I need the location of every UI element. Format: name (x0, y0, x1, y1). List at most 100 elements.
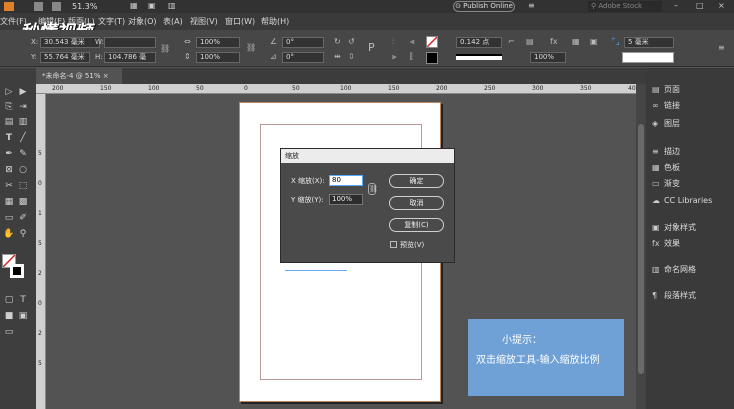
panel-item[interactable]: ▦ 色板 (652, 162, 680, 173)
menu-view[interactable]: 视图(V) (190, 16, 218, 27)
panel-item[interactable]: fx 效果 (652, 238, 680, 249)
y-position-field[interactable]: 55.764 毫米 (40, 52, 90, 63)
shear-field[interactable]: 0° (282, 52, 324, 63)
panel-item[interactable]: ▥ 命名网格 (652, 264, 696, 275)
text-wrap-icon[interactable]: ▤ (526, 38, 534, 46)
y-scale-input[interactable]: 100% (329, 194, 363, 205)
stroke-swatch[interactable] (426, 52, 438, 64)
minimize-icon[interactable]: – (674, 1, 678, 10)
menu-table[interactable]: 表(A) (163, 16, 183, 27)
stroke-type-preview[interactable] (456, 54, 502, 60)
stock-search-input[interactable]: ⚲ Adobe Stock (588, 1, 662, 12)
panel-menu-icon[interactable]: ≡ (718, 44, 725, 52)
scrollbar-thumb[interactable] (638, 124, 644, 374)
vertical-ruler[interactable]: 5 0 1 5 2 0 2 5 (36, 94, 46, 409)
zoom-level[interactable]: 51.3% (72, 2, 97, 11)
cancel-button[interactable]: 取消 (389, 196, 444, 210)
screen-mode-tool-icon[interactable]: ▭ (3, 326, 15, 338)
menu-type[interactable]: 文字(T) (98, 16, 125, 27)
pen-tool-icon[interactable]: ✒ (3, 148, 15, 160)
menu-window[interactable]: 窗口(W) (225, 16, 255, 27)
distribute-v-icon[interactable]: ⫿ (410, 53, 413, 61)
bridge-icon[interactable] (34, 2, 43, 11)
panel-item[interactable]: ◈ 图层 (652, 118, 680, 129)
ok-button[interactable]: 确定 (389, 174, 444, 188)
auto-fit-icon[interactable]: ▦ (572, 38, 580, 46)
select-tool-icon[interactable]: ▶ (17, 86, 29, 98)
apply-none-icon[interactable]: ▣ (17, 310, 29, 322)
apply-color-icon[interactable]: ■ (3, 310, 15, 322)
panel-item[interactable]: ¶ 段落样式 (652, 290, 696, 301)
zoom-tool-icon[interactable]: ⚲ (17, 228, 29, 240)
spacing-field[interactable] (622, 52, 674, 63)
rect-frame-tool-icon[interactable]: ⊠ (3, 164, 15, 176)
menu-object[interactable]: 对象(O) (128, 16, 157, 27)
gap-tool-icon[interactable]: ⇥ (17, 101, 29, 113)
height-field[interactable]: 104.786 毫 (104, 52, 156, 63)
stroke-weight-field[interactable]: 0.142 点 (456, 37, 502, 48)
eyedropper-tool-icon[interactable]: ✐ (17, 212, 29, 224)
x-scale-input[interactable]: 80 (329, 175, 363, 186)
constrain-icon[interactable]: ⛓ (246, 44, 256, 52)
type-tool-icon[interactable]: T (3, 132, 15, 144)
selected-frame-edge[interactable] (285, 270, 347, 273)
panel-item[interactable]: ▣ 对象样式 (652, 222, 696, 233)
corner-options-icon[interactable]: ⌜⌟ (612, 38, 620, 46)
tab-close-icon[interactable]: × (103, 72, 109, 80)
gradient-feather-icon[interactable]: ▩ (17, 196, 29, 208)
scale-x-field[interactable]: 100% (196, 37, 240, 48)
workspace-icon[interactable]: ≡ (528, 1, 535, 10)
publish-online-button[interactable]: ⊙ Publish Online (453, 1, 515, 12)
hand-tool-icon[interactable]: ✋ (3, 228, 15, 240)
content-collector-icon[interactable]: ▤ (3, 116, 15, 128)
note-tool-icon[interactable]: ▭ (3, 212, 15, 224)
constrain-proportions-icon[interactable]: ⛓ (368, 183, 378, 195)
distribute-icon[interactable]: ⫷ (410, 38, 415, 46)
panel-item[interactable]: ▤ 页面 (652, 84, 680, 95)
corner-size-field[interactable]: 5 毫米 (624, 37, 674, 48)
flip-h-icon[interactable]: ⇹ (334, 53, 341, 61)
gradient-tool-icon[interactable]: ▦ (3, 196, 15, 208)
horizontal-ruler[interactable]: 200 150 100 50 0 50 100 150 200 250 300 350 400 (36, 84, 639, 94)
rotate-ccw-icon[interactable]: ↺ (348, 38, 355, 46)
ellipse-tool-icon[interactable]: ○ (17, 164, 29, 176)
free-transform-tool-icon[interactable]: ⬚ (17, 180, 29, 192)
copy-button[interactable]: 复制(C) (389, 218, 444, 232)
scissors-tool-icon[interactable]: ✂ (3, 180, 15, 192)
fill-swatch[interactable] (426, 36, 438, 48)
pencil-tool-icon[interactable]: ✎ (17, 148, 29, 160)
arrange-icon[interactable]: ▥ (168, 1, 176, 10)
fx-icon[interactable]: fx (550, 38, 558, 46)
panel-item[interactable]: ∞ 链接 (652, 100, 680, 111)
direct-select-tool-icon[interactable]: ▷ (3, 86, 15, 98)
vertical-scrollbar[interactable] (636, 84, 646, 409)
format-container-icon[interactable]: ▢ (3, 294, 15, 306)
panel-item[interactable]: ☁ CC Libraries (652, 196, 712, 205)
layout-icon[interactable]: ▦ (130, 1, 138, 10)
page-tool-icon[interactable]: ⎘ (3, 101, 15, 113)
fit-frame-icon[interactable]: ▣ (590, 38, 598, 46)
panel-item[interactable]: ≡ 描边 (652, 146, 680, 157)
close-icon[interactable]: × (718, 1, 725, 10)
menu-help[interactable]: 帮助(H) (261, 16, 289, 27)
align-icon[interactable]: ⫶ (392, 38, 394, 46)
panel-item[interactable]: ▭ 渐变 (652, 178, 680, 189)
rotate-cw-icon[interactable]: ↻ (334, 38, 341, 46)
preview-checkbox[interactable] (390, 241, 397, 248)
x-position-field[interactable]: 30.543 毫米 (40, 37, 100, 48)
opacity-field[interactable]: 100% (530, 52, 566, 63)
stroke-color-box[interactable] (10, 264, 24, 278)
line-tool-icon[interactable]: ╱ (17, 132, 29, 144)
screen-mode-icon[interactable]: ▣ (148, 1, 156, 10)
corner-icon[interactable]: ⌐ (508, 38, 515, 46)
link-icon[interactable]: ⛓ (160, 45, 170, 53)
width-field[interactable] (104, 37, 156, 48)
content-placer-icon[interactable]: ▥ (17, 116, 29, 128)
scale-y-field[interactable]: 100% (196, 52, 240, 63)
reference-point-icon[interactable]: P (368, 42, 375, 53)
document-tab[interactable]: *未命名-4 @ 51% × (36, 68, 122, 84)
flip-v-icon[interactable]: ⇳ (348, 53, 355, 61)
stock-icon[interactable] (52, 2, 61, 11)
format-text-icon[interactable]: T (17, 294, 29, 306)
align-v-icon[interactable]: ⫸ (392, 53, 397, 61)
